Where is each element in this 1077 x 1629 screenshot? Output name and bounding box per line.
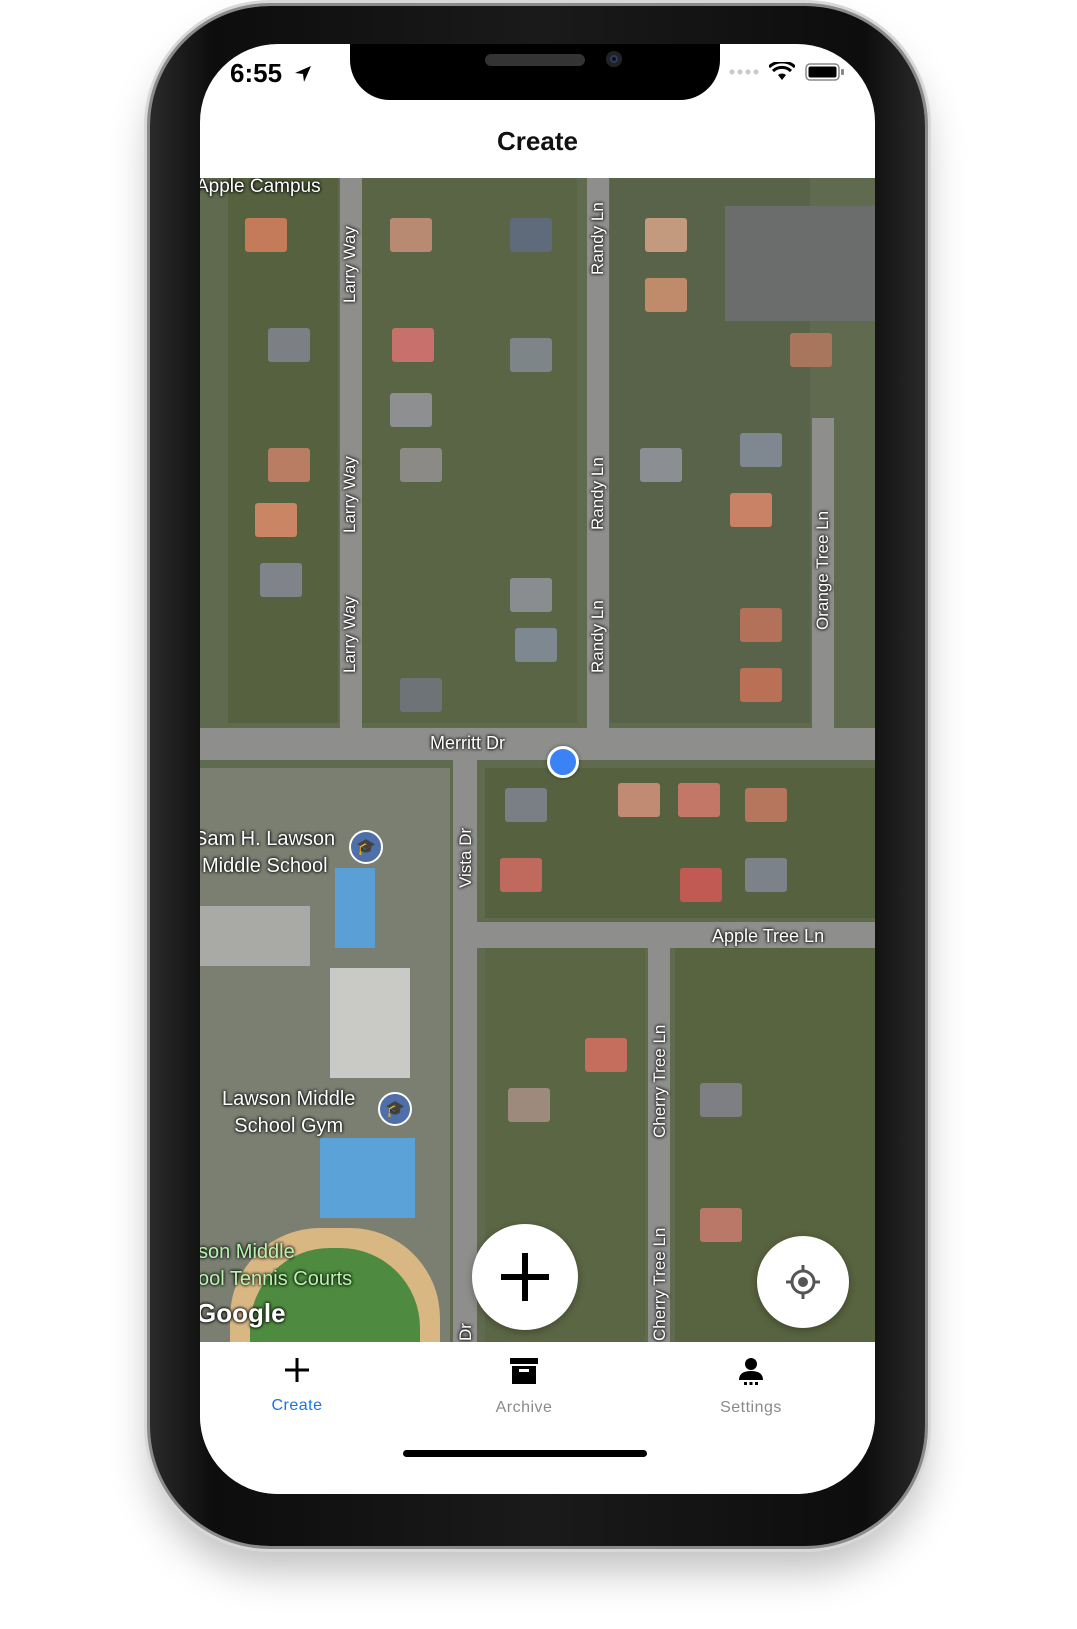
place-label-tennis-courts: son Middle ool Tennis Courts [200,1239,352,1293]
recenter-location-button[interactable] [757,1236,849,1328]
house [790,333,832,367]
signal-dots-icon [729,69,759,75]
place-label-lawson-gym: Lawson Middle School Gym [222,1086,355,1140]
street-label-larry-way: Larry Way [340,596,359,673]
house [268,448,310,482]
house [400,678,442,712]
road-merritt-dr [200,728,875,760]
map-view[interactable]: Apple Campus Larry Way Larry Way Larry W… [200,178,875,1342]
street-label-orange-tree-ln: Orange Tree Ln [813,510,832,630]
tab-label: Create [271,1397,323,1414]
place-label-line: son Middle [200,1241,295,1263]
tab-settings[interactable]: Settings [681,1356,821,1417]
place-label-line: Sam H. Lawson [200,828,336,850]
street-label-cherry-tree-ln: Cherry Tree Ln [650,1024,669,1138]
house [510,338,552,372]
archive-box-icon [510,1358,538,1384]
house [618,783,660,817]
house [260,563,302,597]
tab-archive[interactable]: Archive [454,1356,594,1417]
street-label-merritt-dr: Merritt Dr [430,733,505,753]
house [740,608,782,642]
house [680,868,722,902]
notch [350,44,720,100]
add-button[interactable] [472,1224,578,1330]
house [510,218,552,252]
street-label-larry-way: Larry Way [340,226,359,303]
house [390,393,432,427]
street-label-randy-ln: Randy Ln [588,457,607,530]
place-label-lawson-school: Sam H. Lawson Middle School [200,826,335,880]
house [700,1083,742,1117]
speaker [485,54,585,66]
page-title: Create [497,126,578,156]
place-label-line: ool Tennis Courts [200,1268,353,1290]
house [505,788,547,822]
front-camera [606,51,622,67]
house [400,448,442,482]
street-label-randy-ln: Randy Ln [588,600,607,673]
location-arrow-icon [295,66,312,82]
house [268,328,310,362]
wifi-icon [769,62,795,80]
house [745,858,787,892]
house [585,1038,627,1072]
house [700,1208,742,1242]
house [740,668,782,702]
current-location-dot [547,746,579,778]
house [510,578,552,612]
house [255,503,297,537]
school-building [330,968,410,1078]
school-building [320,1138,415,1218]
tab-label: Archive [495,1399,553,1416]
house [640,448,682,482]
status-time: 6:55 [230,58,313,89]
house [500,858,542,892]
school-building [335,868,375,948]
plus-icon [285,1358,309,1382]
status-time-text: 6:55 [230,58,283,88]
house [730,493,772,527]
app-screen: 6:55 Create Apple Campus Larry Way Larry… [200,44,875,1494]
street-label-larry-way: Larry Way [340,456,359,533]
house [745,788,787,822]
house [245,218,287,252]
house [678,783,720,817]
street-label-apple-tree-ln: Apple Tree Ln [712,926,825,946]
battery-icon [805,63,844,81]
status-icons [729,62,845,82]
house [740,433,782,467]
house [508,1088,550,1122]
tab-label: Settings [720,1399,782,1416]
house [645,218,687,252]
home-indicator[interactable] [403,1450,647,1457]
plus-icon [501,1253,549,1301]
parking-lot [725,206,875,321]
street-label-vista-dr-partial: Dr [456,1323,475,1341]
place-label-line: Lawson Middle [222,1088,356,1110]
place-label-line: School Gym [234,1115,344,1137]
street-label-vista-dr: Vista Dr [456,827,475,888]
school-building [200,906,310,966]
house [390,218,432,252]
tab-bar: Create Archive Settings [200,1342,875,1494]
street-label-cherry-tree-ln: Cherry Tree Ln [650,1227,669,1341]
crosshair-icon [786,1265,820,1299]
place-label-apple-campus: Apple Campus [200,178,321,197]
house [645,278,687,312]
house [392,328,434,362]
google-attribution: Google [200,1298,286,1328]
tab-create[interactable]: Create [227,1356,367,1415]
house [515,628,557,662]
school-pin-icon[interactable]: 🎓 [349,830,383,864]
school-pin-icon[interactable]: 🎓 [378,1092,412,1126]
street-label-randy-ln: Randy Ln [588,202,607,275]
place-label-line: Middle School [202,855,328,877]
person-icon [739,1358,763,1385]
